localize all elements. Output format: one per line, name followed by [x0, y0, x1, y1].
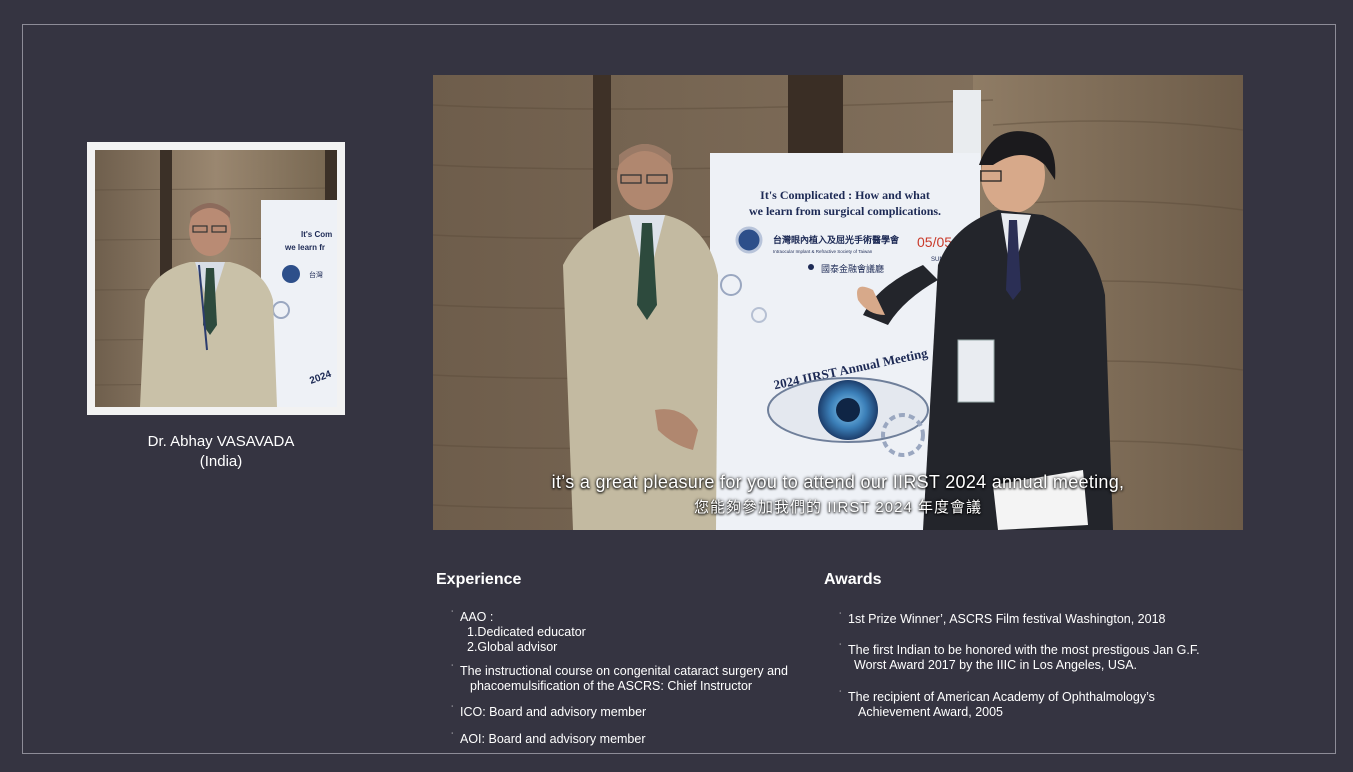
experience-item: ˙ AAO : 1.Dedicated educator 2.Global ad… [451, 610, 586, 655]
bullet-icon: ˙ [451, 732, 455, 743]
video-scene: It's Complicated : How and what we learn… [433, 75, 1243, 530]
award-item: ˙ The recipient of American Academy of O… [839, 690, 1155, 720]
award-item-continuation: Achievement Award, 2005 [858, 705, 1004, 719]
banner-headline-1: It's Complicated : How and what [760, 188, 930, 202]
award-item-text: 1st Prize Winner’, ASCRS Film festival W… [848, 612, 1166, 626]
speaker-photo-scene: It's Com we learn fr 台灣 2024 [95, 150, 337, 407]
thumb-banner-society: 台灣 [309, 270, 323, 279]
bullet-icon: ˙ [451, 705, 455, 716]
experience-item: ˙ ICO: Board and advisory member [451, 705, 647, 720]
speaker-country: (India) [199, 453, 243, 470]
experience-item-text: AOI: Board and advisory member [460, 732, 646, 746]
experience-item-text: AAO : [460, 610, 494, 624]
experience-subitem: 1.Dedicated educator [467, 625, 586, 639]
award-item-text: The first Indian to be honored with the … [848, 643, 1200, 657]
awards-title: Awards [824, 571, 882, 588]
award-item-continuation: Worst Award 2017 by the IIIC in Los Ange… [854, 658, 1138, 672]
experience-item: ˙ The instructional course on congenital… [451, 664, 788, 694]
bullet-icon: ˙ [451, 610, 455, 621]
experience-title: Experience [436, 571, 522, 588]
speaker-photo: It's Com we learn fr 台灣 2024 [95, 150, 337, 407]
experience-item-text: The instructional course on congenital c… [460, 664, 788, 678]
speaker-name: Dr. Abhay VASAVADA [147, 433, 295, 450]
thumb-banner-line-1: It's Com [301, 230, 332, 239]
experience-item-continuation: phacoemulsification of the ASCRS: Chief … [470, 679, 753, 693]
thumb-banner-line-2: we learn fr [284, 243, 325, 252]
experience-item: ˙ AOI: Board and advisory member [451, 732, 646, 747]
bullet-icon: ˙ [839, 690, 843, 701]
banner-society-en: Intraocular Implant & Refractive Society… [773, 249, 873, 254]
banner-society-zh: 台灣眼內植入及屈光手術醫學會 [773, 234, 900, 246]
subtitle-english: it’s a great pleasure for you to attend … [551, 472, 1125, 492]
bullet-icon: ˙ [839, 612, 843, 623]
experience-subitem: 2.Global advisor [467, 640, 558, 654]
award-item-text: The recipient of American Academy of Oph… [848, 690, 1155, 704]
speaker-thumbnail[interactable]: It's Com we learn fr 台灣 2024 [87, 142, 345, 415]
interview-video[interactable]: It's Complicated : How and what we learn… [433, 75, 1243, 530]
bullet-icon: ˙ [839, 643, 843, 654]
experience-item-text: ICO: Board and advisory member [460, 705, 647, 719]
award-item: ˙ The first Indian to be honored with th… [839, 643, 1200, 673]
award-item: ˙ 1st Prize Winner’, ASCRS Film festival… [839, 612, 1166, 627]
subtitle-chinese: 您能夠參加我們的 IIRST 2024 年度會議 [694, 499, 982, 516]
bullet-icon: ˙ [451, 664, 455, 675]
banner-venue: 國泰金融會議廳 [821, 263, 884, 275]
banner-headline-2: we learn from surgical complications. [749, 204, 941, 218]
speaker-caption: Dr. Abhay VASAVADA (India) [87, 432, 355, 472]
